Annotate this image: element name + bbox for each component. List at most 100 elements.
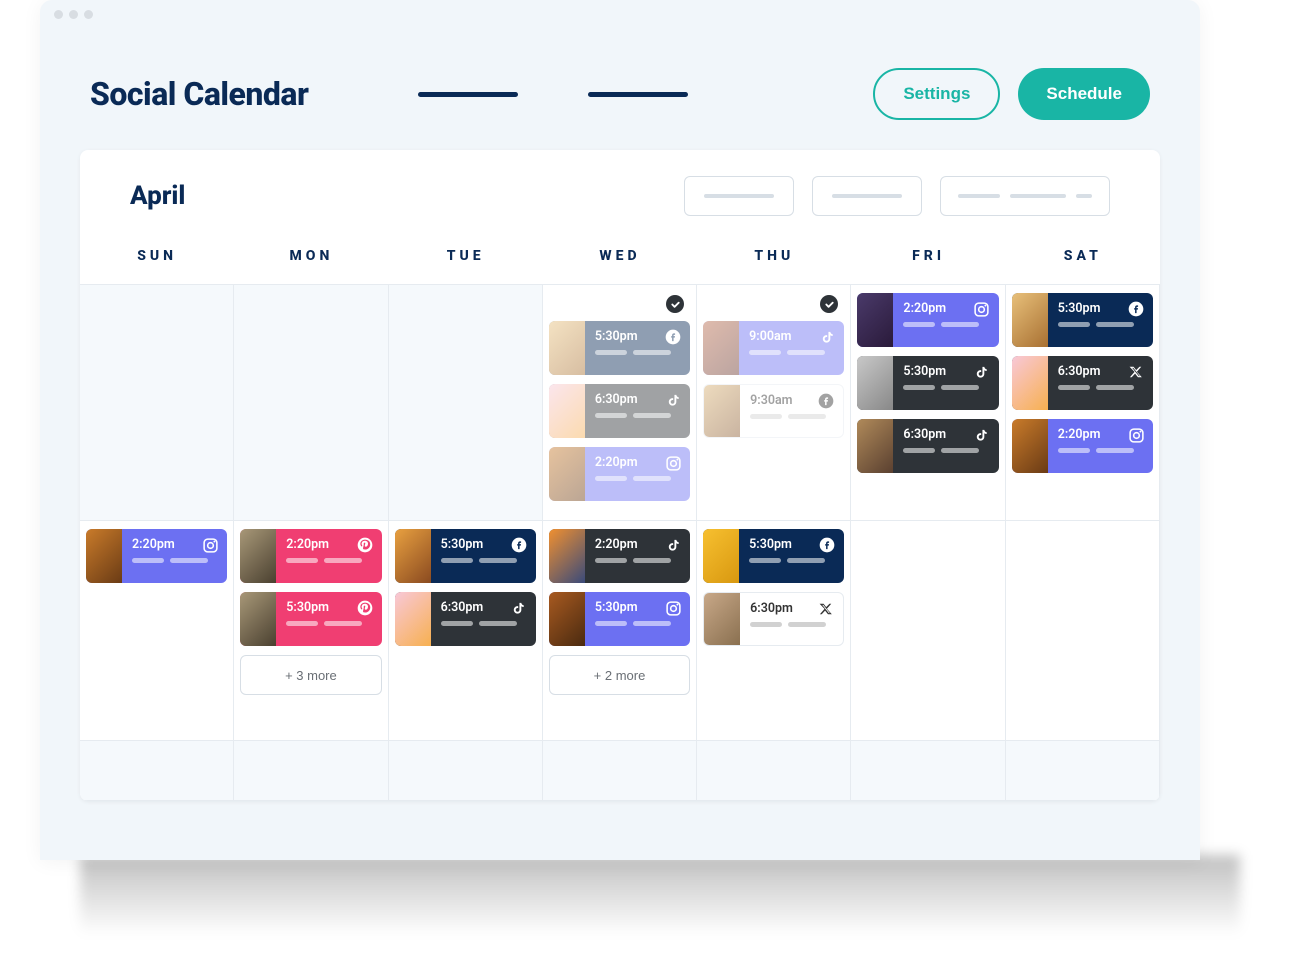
post-text-placeholder	[441, 558, 526, 563]
scheduled-post[interactable]: 5:30pm	[549, 592, 690, 646]
calendar-cell[interactable]	[80, 285, 234, 521]
instagram-icon	[1127, 426, 1145, 444]
month-label: April	[130, 181, 185, 211]
calendar-cell[interactable]: 2:20pm	[80, 521, 234, 741]
scheduled-post[interactable]: 6:30pm	[395, 592, 536, 646]
calendar-cell[interactable]	[389, 285, 543, 521]
dow-label: FRI	[851, 236, 1005, 284]
tiktok-icon	[818, 328, 836, 346]
scheduled-post[interactable]: 5:30pm	[549, 321, 690, 375]
scheduled-post[interactable]: 6:30pm	[549, 384, 690, 438]
post-body: 6:30pm	[893, 419, 998, 473]
post-body: 5:30pm	[585, 592, 690, 646]
scheduled-post[interactable]: 9:00am	[703, 321, 844, 375]
more-posts-button[interactable]: + 2 more	[549, 655, 690, 695]
post-thumbnail	[1012, 293, 1048, 347]
calendar-grid: 5:30pm6:30pm2:20pm9:00am9:30am2:20pm5:30…	[80, 285, 1160, 801]
facebook-icon	[818, 536, 836, 554]
scheduled-post[interactable]: 5:30pm	[240, 592, 381, 646]
calendar-cell[interactable]	[1006, 521, 1160, 741]
scheduled-post[interactable]: 5:30pm	[857, 356, 998, 410]
schedule-button[interactable]: Schedule	[1018, 68, 1150, 120]
post-thumbnail	[240, 592, 276, 646]
post-body: 5:30pm	[893, 356, 998, 410]
post-thumbnail	[857, 419, 893, 473]
facebook-icon	[1127, 300, 1145, 318]
post-body: 6:30pm	[1048, 356, 1153, 410]
control-placeholder[interactable]	[940, 176, 1110, 216]
settings-button[interactable]: Settings	[873, 68, 1000, 120]
scheduled-post[interactable]: 9:30am	[703, 384, 844, 438]
scheduled-post[interactable]: 2:20pm	[549, 447, 690, 501]
post-text-placeholder	[286, 558, 371, 563]
calendar-cell[interactable]: 2:20pm 5:30pm 6:30pm	[851, 285, 1005, 521]
calendar-cell[interactable]	[851, 521, 1005, 741]
calendar-cell[interactable]	[234, 741, 388, 801]
post-thumbnail	[1012, 419, 1048, 473]
calendar-cell[interactable]	[543, 741, 697, 801]
calendar-cell[interactable]: 5:30pm 6:30pm 2:20pm	[543, 285, 697, 521]
scheduled-post[interactable]: 6:30pm	[703, 592, 844, 646]
instagram-icon	[664, 454, 682, 472]
header: Social Calendar Settings Schedule	[40, 28, 1200, 150]
calendar-cell[interactable]	[389, 741, 543, 801]
scheduled-post[interactable]: 2:20pm	[549, 529, 690, 583]
calendar-cell[interactable]: 5:30pm 6:30pm	[697, 521, 851, 741]
tab-placeholder[interactable]	[418, 92, 518, 97]
scheduled-post[interactable]: 5:30pm	[395, 529, 536, 583]
calendar-cell[interactable]	[697, 741, 851, 801]
post-body: 2:20pm	[276, 529, 381, 583]
post-thumbnail	[704, 385, 740, 437]
instagram-icon	[664, 599, 682, 617]
x-icon	[817, 600, 835, 618]
post-body: 2:20pm	[893, 293, 998, 347]
more-posts-button[interactable]: + 3 more	[240, 655, 381, 695]
tab-placeholders	[418, 92, 688, 97]
dow-label: SAT	[1006, 236, 1160, 284]
calendar-cell[interactable]: 2:20pm 5:30pm + 3 more	[234, 521, 388, 741]
scheduled-post[interactable]: 2:20pm	[1012, 419, 1153, 473]
scheduled-post[interactable]: 6:30pm	[1012, 356, 1153, 410]
calendar-cell[interactable]: 9:00am 9:30am	[697, 285, 851, 521]
post-body: 5:30pm	[1048, 293, 1153, 347]
instagram-icon	[201, 536, 219, 554]
dow-row: SUN MON TUE WED THU FRI SAT	[80, 236, 1160, 285]
post-thumbnail	[703, 529, 739, 583]
post-thumbnail	[703, 321, 739, 375]
post-body: 9:00am	[739, 321, 844, 375]
calendar-cell[interactable]: 5:30pm 6:30pm	[389, 521, 543, 741]
tiktok-icon	[973, 426, 991, 444]
calendar-cell[interactable]	[80, 741, 234, 801]
calendar-cell[interactable]	[851, 741, 1005, 801]
check-icon	[666, 295, 684, 313]
dow-label: TUE	[389, 236, 543, 284]
panel-header: April	[80, 150, 1160, 236]
control-placeholder[interactable]	[812, 176, 922, 216]
post-thumbnail	[395, 592, 431, 646]
instagram-icon	[973, 300, 991, 318]
calendar-cell[interactable]	[1006, 741, 1160, 801]
post-thumbnail	[857, 293, 893, 347]
dow-label: WED	[543, 236, 697, 284]
scheduled-post[interactable]: 5:30pm	[703, 529, 844, 583]
dow-label: MON	[234, 236, 388, 284]
control-placeholder[interactable]	[684, 176, 794, 216]
calendar-cell[interactable]	[234, 285, 388, 521]
scheduled-post[interactable]: 2:20pm	[240, 529, 381, 583]
tiktok-icon	[973, 363, 991, 381]
scheduled-post[interactable]: 2:20pm	[86, 529, 227, 583]
pinterest-icon	[356, 599, 374, 617]
scheduled-post[interactable]: 5:30pm	[1012, 293, 1153, 347]
post-text-placeholder	[1058, 322, 1143, 327]
post-text-placeholder	[750, 622, 833, 627]
calendar-cell[interactable]: 2:20pm 5:30pm + 2 more	[543, 521, 697, 741]
x-icon	[1127, 363, 1145, 381]
post-text-placeholder	[286, 621, 371, 626]
scheduled-post[interactable]: 2:20pm	[857, 293, 998, 347]
tiktok-icon	[664, 391, 682, 409]
tab-placeholder[interactable]	[588, 92, 688, 97]
calendar-cell[interactable]: 5:30pm 6:30pm 2:20pm	[1006, 285, 1160, 521]
post-text-placeholder	[595, 476, 680, 481]
scheduled-post[interactable]: 6:30pm	[857, 419, 998, 473]
post-body: 5:30pm	[431, 529, 536, 583]
